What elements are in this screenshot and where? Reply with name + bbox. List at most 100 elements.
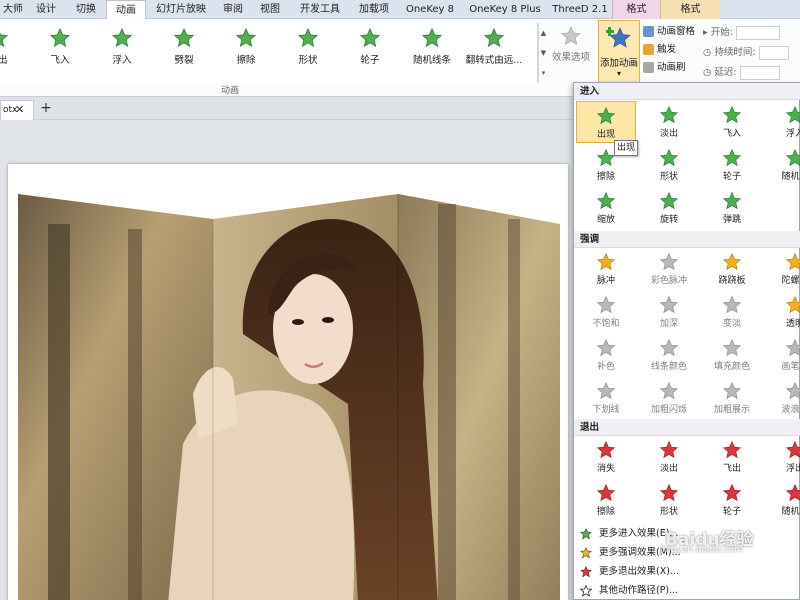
close-icon[interactable]: ✕ (15, 101, 24, 119)
gallery-more-icon[interactable]: ▾ (539, 63, 548, 83)
gallery-item-4[interactable]: 擦除 (216, 27, 276, 77)
emphasis-effect-11[interactable]: 画笔颜 (765, 334, 800, 376)
emphasis-effect-1[interactable]: 彩色脉冲 (639, 248, 699, 290)
emphasis-effect-4[interactable]: 不饱和 (576, 291, 636, 333)
exit-effect-5[interactable]: 形状 (639, 479, 699, 521)
tab-developer[interactable]: 开发工具 (290, 0, 350, 19)
emphasis-effect-6-star-icon (722, 295, 742, 314)
animation-painter-button[interactable]: 动画刷 (643, 59, 701, 77)
gallery-item-6-label: 轮子 (360, 55, 380, 66)
emphasis-effect-9-star-icon (659, 338, 679, 357)
tab-master[interactable]: 大师 (0, 0, 26, 19)
tab-review[interactable]: 审阅 (216, 0, 250, 19)
emphasis-effect-9[interactable]: 线条颜色 (639, 334, 699, 376)
emphasis-effect-0[interactable]: 脉冲 (576, 248, 636, 290)
gallery-item-0[interactable]: 淡出 (0, 27, 28, 77)
emphasis-effect-15[interactable]: 波浪形 (765, 377, 800, 419)
other-motion-paths-item[interactable]: 其他动作路径(P)... (574, 582, 800, 599)
more-exit-effects-item[interactable]: 更多退出效果(X)... (574, 563, 800, 580)
duration-input[interactable] (758, 45, 789, 60)
gallery-item-1-star-icon (49, 27, 71, 48)
emphasis-effect-3[interactable]: 陀螺旋 (765, 248, 800, 290)
more-entrance-icon (580, 528, 592, 540)
exit-effect-4[interactable]: 擦除 (576, 479, 636, 521)
emphasis-effect-14[interactable]: 加粗展示 (702, 377, 762, 419)
emphasis-effect-12[interactable]: 下划线 (576, 377, 636, 419)
emphasis-effect-12-star-icon (596, 381, 616, 400)
gallery-item-7-label: 随机线条 (412, 55, 451, 66)
effect-options-button[interactable]: 效果选项 (549, 23, 593, 83)
entrance-effect-1[interactable]: 淡出 (639, 101, 699, 143)
exit-effect-3[interactable]: 浮出 (765, 436, 800, 478)
tab-view[interactable]: 视图 (252, 0, 288, 19)
emphasis-effect-2[interactable]: 跷跷板 (702, 248, 762, 290)
emphasis-effect-10[interactable]: 填充颜色 (702, 334, 762, 376)
gallery-scrollbar[interactable]: ▲ ▼ ▾ (538, 23, 548, 83)
gallery-item-3[interactable]: 劈裂 (154, 27, 214, 77)
tab-transitions[interactable]: 切换 (66, 0, 106, 19)
tab-design[interactable]: 设计 (28, 0, 64, 19)
tab-animations[interactable]: 动画 (106, 0, 146, 20)
trigger-button[interactable]: 触发 (643, 41, 701, 59)
emphasis-effect-13[interactable]: 加粗闪烁 (639, 377, 699, 419)
emphasis-effect-8-label: 补色 (596, 362, 615, 372)
entrance-effect-0[interactable]: 出现 (576, 101, 636, 143)
exit-effect-1-label: 淡出 (659, 464, 678, 474)
gallery-down-icon[interactable]: ▼ (539, 43, 548, 63)
tab-format-2[interactable]: 格式 (661, 0, 720, 19)
exit-effect-6[interactable]: 轮子 (702, 479, 762, 521)
emphasis-effect-7-star-icon (785, 295, 800, 314)
gallery-item-6[interactable]: 轮子 (340, 27, 400, 77)
entrance-effect-8[interactable]: 缩放 (576, 187, 636, 229)
entrance-effect-9[interactable]: 旋转 (639, 187, 699, 229)
tab-onekey8plus[interactable]: OneKey 8 Plus (464, 0, 546, 19)
gallery-up-icon[interactable]: ▲ (539, 23, 548, 43)
entrance-effect-1-star-icon (659, 105, 679, 124)
tab-format-1[interactable]: 格式 (613, 0, 660, 19)
document-tab[interactable]: otx ✕ (0, 100, 34, 120)
entrance-effect-6[interactable]: 轮子 (702, 144, 762, 186)
exit-effect-5-star-icon (659, 483, 679, 502)
start-select[interactable] (736, 25, 781, 40)
entrance-effect-7-star-icon (785, 148, 800, 167)
animation-pane-button[interactable]: 动画窗格 (643, 23, 701, 41)
emphasis-effect-5[interactable]: 加深 (639, 291, 699, 333)
tab-slideshow[interactable]: 幻灯片放映 (148, 0, 214, 19)
entrance-effect-7[interactable]: 随机线 (765, 144, 800, 186)
entrance-effect-8-label: 缩放 (596, 215, 615, 225)
gallery-item-2[interactable]: 浮入 (92, 27, 152, 77)
tab-addins[interactable]: 加载项 (352, 0, 396, 19)
gallery-item-5-star-icon (297, 27, 319, 48)
entrance-effect-0-label: 出现 (596, 130, 615, 140)
delay-input[interactable] (739, 65, 780, 80)
animation-pane-icon (643, 26, 654, 37)
emphasis-effect-1-star-icon (659, 252, 679, 271)
gallery-item-7-star-icon (421, 27, 443, 48)
gallery-item-7[interactable]: 随机线条 (402, 27, 462, 77)
gallery-item-5[interactable]: 形状 (278, 27, 338, 77)
animation-dropdown-menu: 进入 强调 退出 更多进入效果(E)... 更多强调效果(M)... 更多退出效… (573, 82, 800, 600)
emphasis-effect-9-label: 线条颜色 (650, 362, 687, 372)
exit-effect-1[interactable]: 淡出 (639, 436, 699, 478)
gallery-item-8[interactable]: 翻转式由远... (464, 27, 524, 77)
entrance-effect-2[interactable]: 飞入 (702, 101, 762, 143)
gallery-item-6-star-icon (359, 27, 381, 48)
emphasis-effect-7-label: 透明 (785, 319, 800, 329)
emphasis-effect-8[interactable]: 补色 (576, 334, 636, 376)
exit-effect-2[interactable]: 飞出 (702, 436, 762, 478)
exit-effect-0[interactable]: 消失 (576, 436, 636, 478)
entrance-effect-10[interactable]: 弹跳 (702, 187, 762, 229)
gallery-item-1[interactable]: 飞入 (30, 27, 90, 77)
effect-options-star-icon (561, 26, 581, 45)
timing-group: ▸ 开始: ◷ 持续时间: ◷ 延迟: (703, 23, 800, 83)
slide-canvas[interactable] (8, 164, 568, 600)
new-tab-plus-icon[interactable]: + (38, 101, 54, 117)
emphasis-effect-7[interactable]: 透明 (765, 291, 800, 333)
tab-onekey8[interactable]: OneKey 8 (398, 0, 462, 19)
exit-effect-7[interactable]: 随机线 (765, 479, 800, 521)
emphasis-effect-6[interactable]: 变淡 (702, 291, 762, 333)
entrance-effect-5[interactable]: 形状 (639, 144, 699, 186)
animation-painter-label: 动画刷 (657, 62, 686, 73)
entrance-effect-3[interactable]: 浮入 (765, 101, 800, 143)
tab-threed[interactable]: ThreeD 2.1 (548, 0, 612, 19)
